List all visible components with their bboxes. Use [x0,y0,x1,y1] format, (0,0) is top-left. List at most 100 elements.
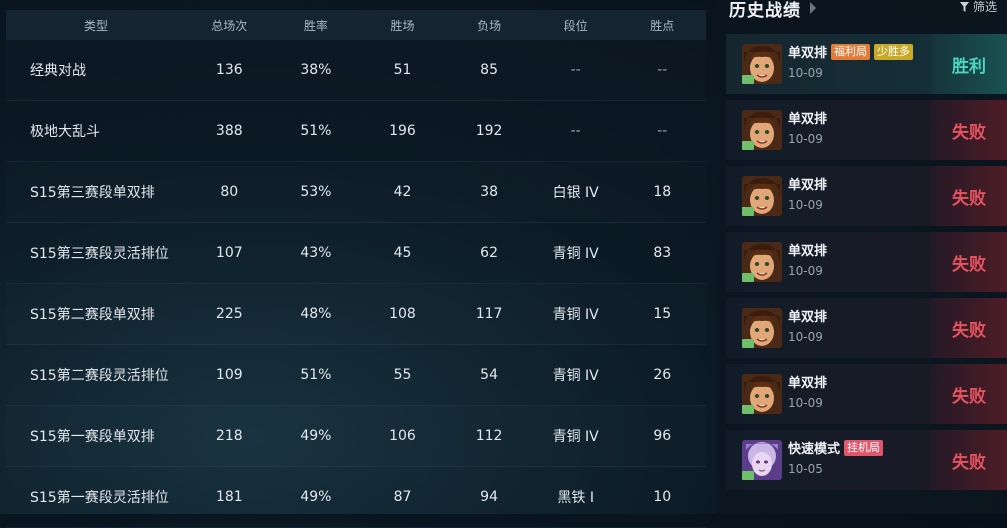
table-cell: 136 [215,62,243,78]
table-cell: 10 [653,489,672,505]
match-item[interactable]: 单双排 10-09 失败 [726,298,1007,358]
table-cell: S15第一赛段灵活排位 [30,490,169,506]
match-mode-label: 快速模式 [788,442,841,457]
table-row[interactable]: S15第二赛段灵活排位 109 51% 55 54 青铜 IV 26 [6,345,706,406]
match-item[interactable]: 单双排 10-09 失败 [726,100,1007,160]
table-cell: 96 [653,428,672,444]
column-header: 段位 [563,18,588,33]
table-row[interactable]: S15第三赛段单双排 80 53% 42 38 白银 IV 18 [6,162,706,223]
column-header: 总场次 [211,18,248,33]
table-row[interactable]: S15第二赛段单双排 225 48% 108 117 青铜 IV 15 [6,284,706,345]
match-item[interactable]: 快速模式 挂机局 10-05 失败 [726,430,1007,490]
filter-icon [959,1,969,12]
table-cell: 45 [393,245,412,261]
table-cell: 53% [300,184,332,200]
level-badge-icon [742,75,754,84]
level-badge-icon [742,273,754,282]
table-cell: -- [570,123,581,139]
table-cell: 青铜 IV [552,429,599,445]
table-cell: 42 [393,184,412,200]
match-mode-label: 单双排 [788,178,828,193]
table-cell: 94 [480,489,498,505]
filter-button[interactable]: 筛选 [959,0,997,15]
match-mode-label: 单双排 [788,112,828,127]
match-mode: 单双排 [788,174,827,193]
match-tag: 福利局 [831,43,871,60]
table-cell: 225 [215,306,243,322]
filter-label: 筛选 [972,0,997,14]
match-date: 10-09 [788,66,823,80]
match-item[interactable]: 单双排 10-09 失败 [726,166,1007,226]
chevron-right-icon[interactable] [810,2,816,14]
match-mode-label: 单双排 [788,310,828,325]
match-date: 10-09 [788,132,823,146]
table-body: 经典对战 136 38% 51 85 -- -- 极地大乱斗 388 51% 196 192 -- -- S… [6,40,706,528]
table-cell: 218 [215,428,243,444]
table-cell: 经典对战 [30,63,86,79]
table-cell: 55 [393,367,412,383]
table-cell: -- [570,62,581,78]
table-cell: 107 [215,245,243,261]
table-row[interactable]: 极地大乱斗 388 51% 196 192 -- -- [6,101,706,162]
column-header: 负场 [477,18,502,33]
table-cell: 15 [653,306,672,322]
table-cell: 38% [300,62,332,78]
table-cell: 83 [653,245,672,261]
table-cell: 85 [480,62,498,78]
table-cell: S15第二赛段单双排 [30,307,155,323]
match-result: 失败 [931,430,1007,490]
table-cell: 80 [220,184,239,200]
match-mode: 单双排 [788,240,827,259]
match-date: 10-09 [788,330,823,344]
stats-table: 类型 总场次 胜率 胜场 负场 段位 胜点 经典对战 136 38% 51 85 -- -- 极地大乱斗 3… [6,10,706,528]
table-row[interactable]: S15第三赛段灵活排位 107 43% 45 62 青铜 IV 83 [6,223,706,284]
match-item[interactable]: 单双排 福利局 少胜多 10-09 胜利 [726,34,1007,94]
match-date: 10-09 [788,198,823,212]
table-cell: 黑铁 I [557,490,594,506]
table-cell: 51% [300,123,332,139]
table-cell: 48% [300,306,332,322]
table-cell: 青铜 IV [552,307,599,323]
table-row[interactable]: 经典对战 136 38% 51 85 -- -- [6,40,706,101]
table-cell: 106 [389,428,416,444]
table-cell: 26 [653,367,672,383]
column-header: 胜点 [650,18,675,33]
table-row[interactable]: S15第一赛段灵活排位 181 49% 87 94 黑铁 I 10 [6,467,706,528]
table-cell: 196 [389,123,416,139]
table-cell: 388 [215,123,243,139]
match-list: 单双排 福利局 少胜多 10-09 胜利 单双排 10-09 失败 单双排 10-09 失败 单双排 1… [726,34,1007,496]
column-header: 类型 [83,18,108,33]
table-cell: -- [657,62,668,78]
level-badge-icon [742,207,754,216]
match-result: 失败 [931,100,1007,160]
table-cell: 87 [393,489,412,505]
match-mode: 单双排 福利局 少胜多 [788,42,914,61]
table-cell: 极地大乱斗 [30,124,100,140]
table-cell: S15第二赛段灵活排位 [30,368,169,384]
table-cell: 51% [300,367,332,383]
match-mode: 单双排 [788,372,827,391]
table-cell: 181 [215,489,243,505]
table-cell: 青铜 IV [552,368,599,384]
table-cell: 青铜 IV [552,246,599,262]
table-cell: 白银 IV [552,185,599,201]
match-result: 失败 [931,166,1007,226]
table-cell: 192 [475,123,503,139]
level-badge-icon [742,471,754,480]
table-cell: 108 [389,306,416,322]
table-cell: S15第一赛段单双排 [30,429,155,445]
match-result: 胜利 [931,34,1007,94]
match-item[interactable]: 单双排 10-09 失败 [726,364,1007,424]
table-cell: S15第三赛段灵活排位 [30,246,169,262]
table-row[interactable]: S15第一赛段单双排 218 49% 106 112 青铜 IV 96 [6,406,706,467]
table-cell: 109 [215,367,243,383]
table-cell: 51 [393,62,412,78]
table-cell: 18 [653,184,672,200]
table-cell: 43% [300,245,332,261]
match-mode: 单双排 [788,306,827,325]
table-cell: S15第三赛段单双排 [30,185,155,201]
table-cell: 49% [300,489,332,505]
match-item[interactable]: 单双排 10-09 失败 [726,232,1007,292]
match-date: 10-05 [788,462,823,476]
match-mode-label: 单双排 [788,376,828,391]
